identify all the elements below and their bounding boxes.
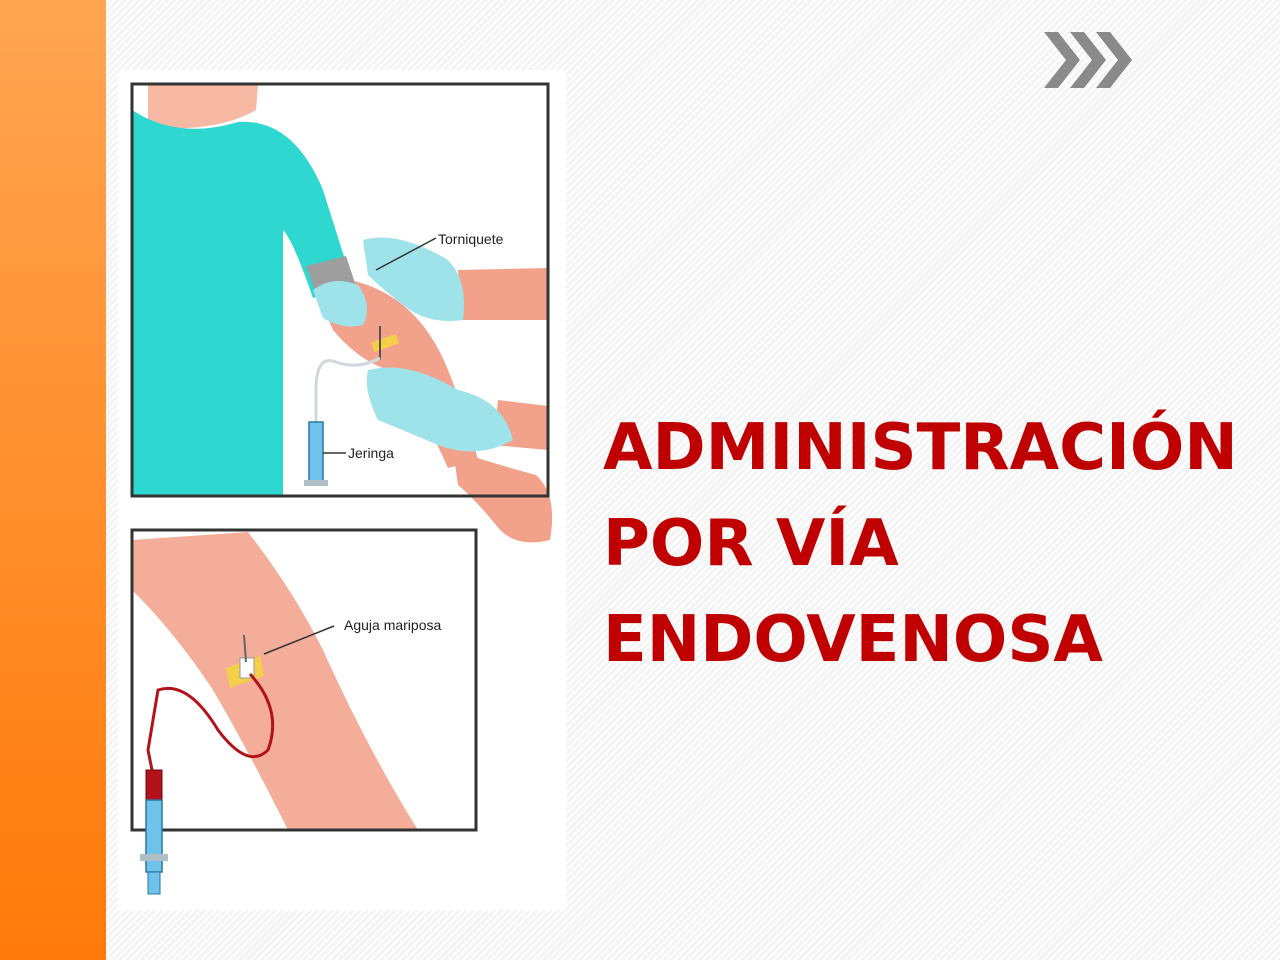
- slide-title: ADMINISTRACIÓN POR VÍA ENDOVENOSA: [603, 400, 1263, 688]
- label-tourniquet: Torniquete: [438, 231, 504, 247]
- triple-chevron-right-icon: [1044, 32, 1132, 88]
- venipuncture-illustration: Torniquete Jeringa Aguja mariposa: [118, 70, 566, 910]
- slide-title-line-3: ENDOVENOSA: [603, 603, 1103, 677]
- label-syringe: Jeringa: [348, 445, 394, 461]
- bottom-panel-butterfly-needle: Aguja mariposa: [130, 528, 478, 895]
- label-butterfly-needle: Aguja mariposa: [344, 617, 441, 633]
- slide-title-line-1: ADMINISTRACIÓN: [603, 411, 1238, 485]
- orange-side-bar: [0, 0, 106, 960]
- slide-title-line-2: POR VÍA: [603, 507, 899, 581]
- top-panel-arm-with-tourniquet: Torniquete Jeringa: [130, 82, 553, 543]
